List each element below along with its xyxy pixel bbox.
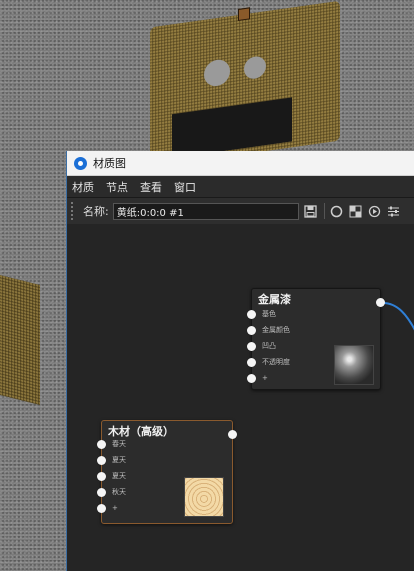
node-title: 金属漆	[258, 293, 291, 306]
input-port-row[interactable]: 夏天	[97, 453, 126, 467]
rendered-object-slot	[172, 97, 292, 159]
save-icon[interactable]	[304, 204, 318, 218]
node-wood-advanced[interactable]: 木材（高级） 春天 夏天 夏天 秋天 +	[97, 420, 237, 524]
wood-preview-thumbnail	[184, 477, 224, 517]
toolbar-separator	[323, 203, 325, 219]
port-label: 夏天	[112, 472, 126, 480]
settings-sliders-icon[interactable]	[387, 204, 401, 218]
menu-window[interactable]: 窗口	[174, 179, 196, 195]
input-port[interactable]	[247, 357, 256, 367]
port-label: 金属颜色	[262, 326, 290, 334]
port-label: +	[262, 374, 268, 382]
input-port-row[interactable]: 夏天	[97, 469, 126, 483]
menu-view[interactable]: 查看	[140, 179, 162, 195]
menu-material[interactable]: 材质	[72, 179, 94, 195]
port-label: 凹凸	[262, 342, 276, 350]
rendered-object-hole	[204, 58, 230, 88]
input-port[interactable]	[247, 373, 256, 383]
input-port[interactable]	[97, 455, 106, 465]
input-port-row[interactable]: 不透明度	[247, 355, 290, 369]
input-port-row[interactable]: +	[97, 501, 118, 515]
input-port[interactable]	[97, 487, 106, 497]
app-icon	[74, 156, 87, 170]
input-port[interactable]	[97, 471, 106, 481]
input-port-row[interactable]: 金属颜色	[247, 323, 290, 337]
port-label: +	[112, 504, 118, 512]
input-port[interactable]	[97, 503, 106, 513]
rendered-object-hole	[244, 55, 266, 81]
sphere-preview-icon[interactable]	[330, 204, 344, 218]
material-preview-thumbnail	[334, 345, 374, 385]
toolbar-grip-icon[interactable]	[71, 202, 77, 220]
menu-bar: 材质 节点 查看 窗口	[67, 176, 414, 198]
input-port[interactable]	[247, 325, 256, 335]
input-port[interactable]	[247, 309, 256, 319]
output-port[interactable]	[228, 430, 237, 439]
port-label: 秋天	[112, 488, 126, 496]
menu-node[interactable]: 节点	[106, 179, 128, 195]
render-target-icon[interactable]	[368, 204, 382, 218]
title-bar[interactable]: 材质图	[67, 151, 414, 176]
checker-icon[interactable]	[349, 204, 363, 218]
name-label: 名称:	[83, 205, 109, 218]
output-port[interactable]	[376, 298, 385, 307]
input-port-row[interactable]: 凹凸	[247, 339, 276, 353]
input-port-row[interactable]: 秋天	[97, 485, 126, 499]
port-label: 春天	[112, 440, 126, 448]
window-title: 材质图	[93, 157, 126, 170]
material-graph-window: 材质图 材质 节点 查看 窗口 名称: 金属漆	[66, 151, 414, 571]
material-name-input[interactable]	[112, 202, 299, 220]
port-label: 不透明度	[262, 358, 290, 366]
toolbar: 名称:	[67, 198, 414, 225]
rendered-object-accent	[238, 7, 250, 21]
input-port-row[interactable]: +	[247, 371, 268, 385]
node-metal-paint[interactable]: 金属漆 基色 金属颜色 凹凸 不透明度 +	[247, 288, 385, 390]
node-connection-wire[interactable]	[382, 302, 414, 334]
input-port[interactable]	[247, 341, 256, 351]
rendered-object-edge	[0, 275, 40, 405]
port-label: 基色	[262, 310, 276, 318]
rendered-object	[150, 0, 340, 168]
port-label: 夏天	[112, 456, 126, 464]
input-port[interactable]	[97, 439, 106, 449]
input-port-row[interactable]: 基色	[247, 307, 276, 321]
input-port-row[interactable]: 春天	[97, 437, 126, 451]
node-canvas[interactable]: 金属漆 基色 金属颜色 凹凸 不透明度 + 木材（高级） 春天 夏天 夏天 秋天…	[67, 224, 414, 571]
